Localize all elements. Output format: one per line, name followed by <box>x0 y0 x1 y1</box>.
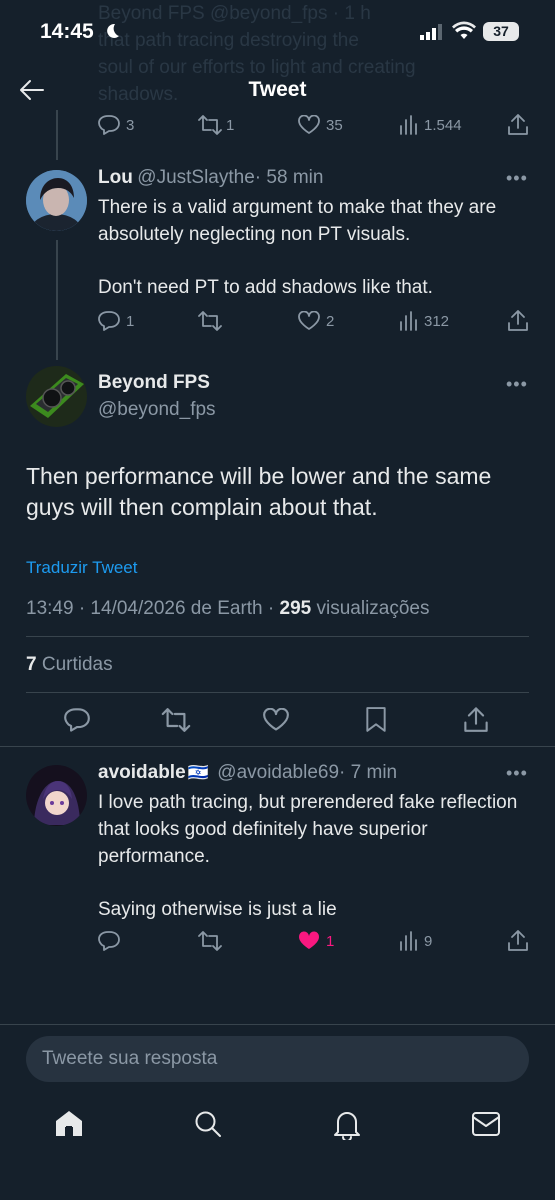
tweet-timestamp: 13:49 · 14/04/2026 de Earth · <box>26 598 280 619</box>
author-name[interactable]: avoidable <box>98 762 186 783</box>
tweet-time: · 7 min <box>339 762 398 783</box>
views-number: 295 <box>279 598 312 619</box>
author-name[interactable]: Beyond FPS <box>98 372 210 394</box>
page-title: Tweet <box>248 78 307 101</box>
retweet-button[interactable] <box>161 708 191 732</box>
author-name[interactable]: Lou <box>98 167 133 188</box>
divider <box>26 636 529 637</box>
like-count: 2 <box>326 313 335 330</box>
views-icon[interactable] <box>400 311 418 331</box>
liked-heart-icon[interactable] <box>298 931 320 951</box>
tweet-time: · 58 min <box>254 167 324 188</box>
views-icon[interactable] <box>400 931 418 951</box>
reply-input[interactable]: Tweete sua resposta <box>26 1036 529 1082</box>
thread-line <box>56 240 58 360</box>
tweet-text: Saying otherwise is just a lie <box>98 899 337 920</box>
share-icon[interactable] <box>508 929 528 951</box>
share-icon[interactable] <box>508 309 528 331</box>
status-time: 14:45 <box>40 20 94 43</box>
bookmark-button[interactable] <box>365 707 387 733</box>
tweet-meta: 13:49 · 14/04/2026 de Earth · 295 visual… <box>26 598 430 620</box>
thread-line <box>56 110 58 160</box>
author-handle[interactable]: @avoidable69 <box>217 762 339 783</box>
likes-label: Curtidas <box>36 654 113 675</box>
flag-emoji: 🇮🇱 <box>187 763 209 782</box>
like-button[interactable] <box>298 115 320 135</box>
previous-tweet-line: soul of our efforts to light and creatin… <box>98 57 416 78</box>
battery-indicator: 37 <box>483 22 519 41</box>
tweet-header: avoidable 🇮🇱 @avoidable69· 7 min <box>98 762 397 784</box>
reply-button[interactable] <box>98 311 120 331</box>
home-icon[interactable] <box>54 1108 84 1138</box>
moon-icon <box>103 22 121 40</box>
author-handle[interactable]: @JustSlaythe <box>137 167 255 188</box>
divider <box>26 692 529 693</box>
main-tweet-text: Then performance will be lower and the s… <box>26 463 492 520</box>
retweet-button[interactable] <box>198 931 222 951</box>
divider <box>0 746 555 747</box>
likes-number: 7 <box>26 654 37 675</box>
reply-button[interactable] <box>98 115 120 135</box>
reply-count: 1 <box>126 313 135 330</box>
avatar[interactable] <box>26 170 87 231</box>
views-count: 1.544 <box>424 117 462 134</box>
divider <box>0 1024 555 1025</box>
share-icon[interactable] <box>464 706 488 732</box>
retweet-button[interactable] <box>198 115 222 135</box>
like-button[interactable] <box>263 708 289 732</box>
like-count: 1 <box>326 933 335 950</box>
reply-button[interactable] <box>64 708 90 732</box>
more-options-icon[interactable]: ••• <box>506 168 528 189</box>
signal-icon <box>420 24 442 40</box>
retweet-count: 1 <box>226 117 235 134</box>
notifications-icon[interactable] <box>332 1108 362 1140</box>
like-count: 35 <box>326 117 343 134</box>
more-options-icon[interactable]: ••• <box>506 763 528 784</box>
translate-link[interactable]: Traduzir Tweet <box>26 558 138 578</box>
avatar[interactable] <box>26 366 87 427</box>
reply-count: 3 <box>126 117 135 134</box>
share-icon[interactable] <box>508 113 528 135</box>
reply-button[interactable] <box>98 931 120 951</box>
views-count: 9 <box>424 933 433 950</box>
like-button[interactable] <box>298 311 320 331</box>
retweet-button[interactable] <box>198 311 222 331</box>
views-count: 312 <box>424 313 450 330</box>
avatar[interactable] <box>26 765 87 826</box>
search-icon[interactable] <box>193 1109 223 1139</box>
more-options-icon[interactable]: ••• <box>506 374 528 395</box>
tweet-text: There is a valid argument to make that t… <box>98 197 497 245</box>
tweet-text: I love path tracing, but prerendered fak… <box>98 792 518 867</box>
views-icon[interactable] <box>400 115 418 135</box>
views-label: visualizações <box>311 598 430 619</box>
author-handle[interactable]: @beyond_fps <box>98 399 216 421</box>
likes-summary[interactable]: 7 Curtidas <box>26 654 113 676</box>
tweet-text: Don't need PT to add shadows like that. <box>98 277 433 298</box>
messages-icon[interactable] <box>471 1110 501 1138</box>
tweet-header: Lou @JustSlaythe· 58 min <box>98 167 323 189</box>
wifi-icon <box>452 21 476 41</box>
